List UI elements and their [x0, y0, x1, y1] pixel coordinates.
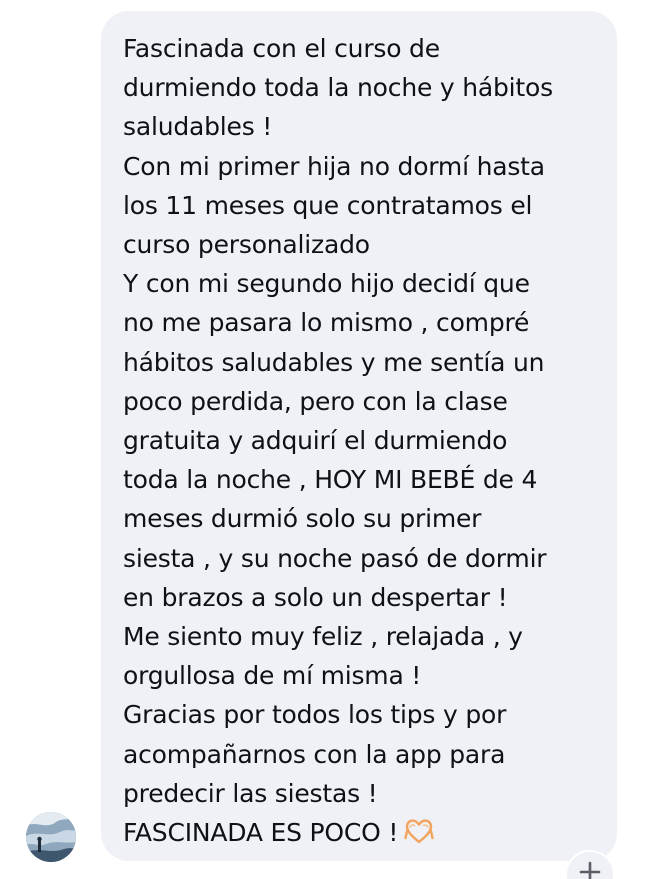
- message-line: acompañarnos con la app para: [123, 739, 506, 769]
- message-bubble[interactable]: Fascinada con el curso de durmiendo toda…: [101, 11, 617, 861]
- message-line: Con mi primer hija no dormí hasta: [123, 151, 545, 181]
- message-line-last: FASCINADA ES POCO !: [123, 813, 607, 855]
- chat-thread: Fascinada con el curso de durmiendo toda…: [0, 0, 651, 879]
- avatar[interactable]: [26, 812, 76, 862]
- message-line: poco perdida, pero con la clase: [123, 386, 508, 416]
- message-line: gratuita y adquirí el durmiendo: [123, 426, 508, 456]
- message-line: hábitos saludables y me sentía un: [123, 347, 545, 377]
- message-line: saludables !: [123, 112, 273, 142]
- message-line: durmiendo toda la noche y hábitos: [123, 73, 553, 103]
- message-line-text: FASCINADA ES POCO !: [123, 818, 399, 848]
- message-line: Y con mi segundo hijo decidí que: [123, 269, 530, 299]
- message-line: toda la noche , HOY MI BEBÉ de 4: [123, 465, 538, 495]
- message-line: siesta , y su noche pasó de dormir: [123, 543, 547, 573]
- message-line: Fascinada con el curso de: [123, 34, 440, 63]
- add-reaction-icon: [579, 861, 601, 879]
- message-line: no me pasara lo mismo , compré: [123, 308, 530, 338]
- message-line: orgullosa de mí misma !: [123, 661, 422, 691]
- heart-hands-icon: [404, 816, 434, 855]
- message-line: meses durmió solo su primer: [123, 504, 482, 534]
- message-line: predecir las siestas !: [123, 778, 378, 808]
- message-line: en brazos a solo un despertar !: [123, 582, 508, 612]
- message-line: los 11 meses que contratamos el: [123, 190, 533, 220]
- message-line: curso personalizado: [123, 230, 370, 260]
- message-line: Me siento muy feliz , relajada , y: [123, 622, 523, 652]
- message-line: Gracias por todos los tips y por: [123, 700, 507, 730]
